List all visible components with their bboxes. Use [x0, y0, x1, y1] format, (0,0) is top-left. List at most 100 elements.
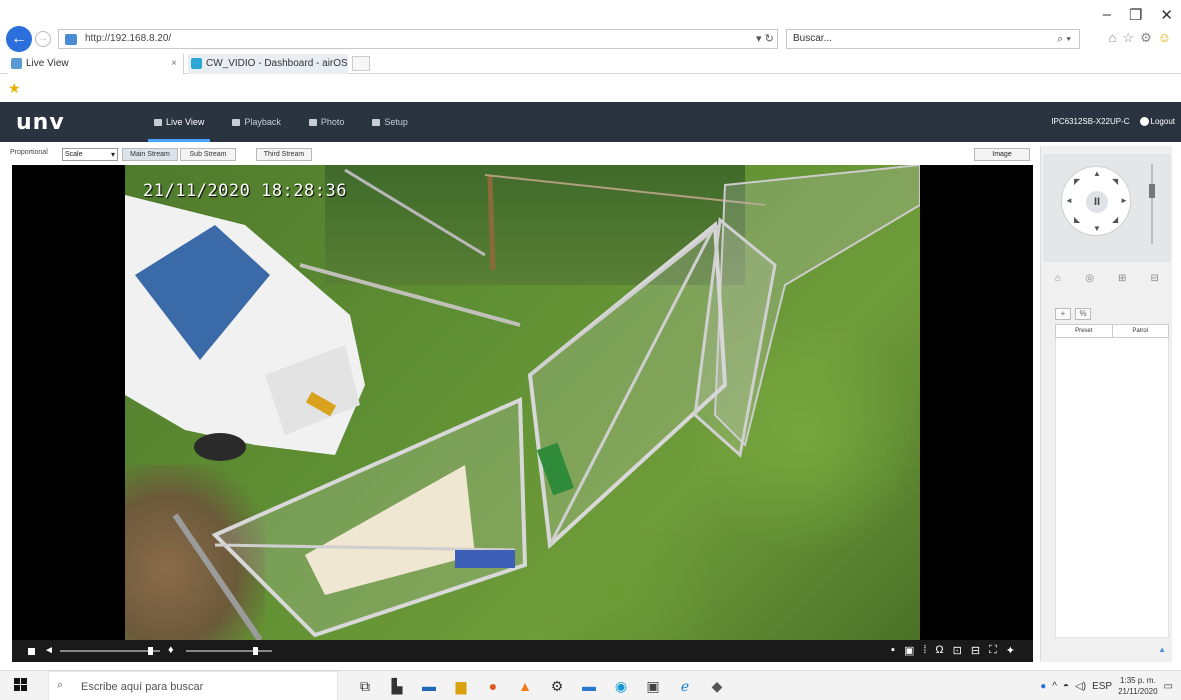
address-bar[interactable]: http://192.168.8.20/ — [58, 29, 778, 49]
proportion-label: Proportional — [10, 149, 48, 156]
main-stream-button[interactable]: Main Stream — [122, 148, 178, 161]
ptz-tab-percent[interactable]: % — [1075, 308, 1091, 320]
nav-photo[interactable]: Photo — [295, 102, 359, 142]
tab-live-view[interactable]: Live View × — [8, 54, 184, 74]
url-text: http://192.168.8.20/ — [85, 33, 172, 44]
header-right: IPC6312SB-X22UP-C Logout — [1051, 102, 1175, 142]
nav-setup[interactable]: Setup — [358, 102, 422, 142]
media-icon[interactable]: ▣ — [642, 675, 664, 697]
live-video-area[interactable]: 21/11/2020 18:28:36 — [12, 165, 1033, 640]
proportion-select[interactable]: Scale — [62, 148, 118, 161]
tab-airos-dashboard[interactable]: CW_VIDIO - Dashboard - airOS — [188, 54, 348, 74]
snapshot-icon[interactable]: ▪ — [891, 644, 895, 657]
ptz-up-left-icon[interactable]: ◤ — [1074, 177, 1080, 186]
firefox-icon[interactable]: ● — [482, 675, 504, 697]
record-icon[interactable]: ▣ — [904, 644, 914, 657]
ptz-focus-icon[interactable]: ◎ — [1085, 273, 1094, 284]
app-bird-icon[interactable]: ◆ — [706, 675, 728, 697]
tray-chevron-icon[interactable]: ^ — [1052, 681, 1057, 692]
favorites-icon[interactable]: ☆ — [1122, 30, 1134, 46]
task-view-icon[interactable]: ⧉ — [354, 675, 376, 697]
taskbar-search-input[interactable]: ⌕ Escribe aquí para buscar — [48, 671, 338, 700]
ptz-speed-slider[interactable] — [1149, 164, 1155, 244]
ptz-pin-icon[interactable]: ✦ — [1006, 644, 1015, 657]
internet-explorer-icon[interactable]: ℯ — [674, 675, 696, 697]
browser-search-input[interactable]: Buscar... ⌕ ▾ — [786, 29, 1080, 49]
taskbar-search-placeholder: Escribe aquí para buscar — [81, 681, 204, 693]
ptz-right-icon[interactable]: ► — [1120, 196, 1128, 205]
panel-collapse-icon[interactable]: ▲ — [1158, 645, 1166, 654]
tray-volume-icon[interactable]: ◁) — [1075, 681, 1086, 692]
notifications-icon[interactable]: ▭ — [1164, 681, 1173, 692]
talk-icon[interactable]: Ω — [935, 644, 943, 657]
mic-slider-knob[interactable] — [253, 647, 258, 655]
ptz-pause-button[interactable]: II — [1086, 191, 1108, 213]
store-bag-icon[interactable]: ▙ — [386, 675, 408, 697]
tray-network-icon[interactable]: ◓ — [1063, 681, 1069, 692]
volume-icon[interactable]: ◄ — [44, 645, 54, 656]
tray-lang[interactable]: ESP — [1092, 681, 1112, 692]
new-tab-button[interactable] — [352, 56, 370, 71]
nav-playback[interactable]: Playback — [218, 102, 295, 142]
settings-gear-icon[interactable]: ⚙ — [1140, 30, 1152, 46]
close-icon[interactable]: ✕ — [1160, 6, 1173, 24]
tab-patrol[interactable]: Patrol — [1111, 325, 1169, 337]
zoom-in-icon[interactable]: ⊡ — [953, 644, 962, 657]
chrome-icon[interactable]: ◉ — [610, 675, 632, 697]
ptz-zoom-out-icon[interactable]: ⊟ — [1151, 273, 1159, 284]
vlc-icon[interactable]: ▲ — [514, 675, 536, 697]
nav-label: Setup — [384, 117, 408, 127]
taskbar-apps: ⧉ ▙ ▬ ▆ ● ▲ ⚙ ▬ ◉ ▣ ℯ ◆ — [354, 675, 728, 697]
refresh-icon[interactable]: ▾ ↻ — [756, 29, 774, 49]
microphone-icon[interactable]: ♦ — [168, 644, 174, 656]
ptz-down-left-icon[interactable]: ◣ — [1074, 215, 1080, 224]
tab-preset[interactable]: Preset — [1056, 325, 1112, 337]
ptz-up-icon[interactable]: ▲ — [1093, 169, 1101, 178]
volume-slider-knob[interactable] — [148, 647, 153, 655]
tab-close-icon[interactable]: × — [171, 54, 177, 74]
forward-button[interactable]: → — [35, 31, 51, 47]
mail-icon[interactable]: ▬ — [418, 675, 440, 697]
favorites-star-icon[interactable]: ★ — [8, 80, 21, 97]
tab-favicon-icon — [11, 58, 22, 69]
ptz-control-block: ▲ ▼ ◄ ► ◤ ◥ ◣ ◢ II — [1043, 154, 1171, 262]
volume-slider[interactable] — [60, 647, 160, 655]
stream-label: Third Stream — [263, 151, 305, 158]
digital-zoom-icon[interactable]: ⁞ — [923, 644, 926, 657]
image-button[interactable]: Image — [974, 148, 1030, 161]
ptz-tab-add[interactable]: + — [1055, 308, 1071, 320]
settings-icon[interactable]: ⚙ — [546, 675, 568, 697]
tray-app-icon[interactable]: ● — [1040, 681, 1046, 692]
start-windows-icon[interactable] — [14, 678, 28, 692]
app-icon[interactable]: ▬ — [578, 675, 600, 697]
ptz-direction-dial[interactable]: ▲ ▼ ◄ ► ◤ ◥ ◣ ◢ II — [1061, 166, 1131, 236]
ptz-down-icon[interactable]: ▼ — [1093, 224, 1101, 233]
nav-live-view[interactable]: Live View — [140, 102, 218, 142]
logout-icon — [1139, 117, 1149, 127]
ptz-left-icon[interactable]: ◄ — [1065, 196, 1073, 205]
ptz-home-icon[interactable]: ⌂ — [1055, 273, 1061, 284]
file-explorer-icon[interactable]: ▆ — [450, 675, 472, 697]
ptz-speed-knob[interactable] — [1149, 184, 1155, 198]
logout-button[interactable]: Logout — [1139, 102, 1175, 142]
minimize-icon[interactable]: – — [1103, 6, 1111, 24]
image-button-label: Image — [992, 151, 1012, 158]
ptz-up-right-icon[interactable]: ◥ — [1112, 177, 1118, 186]
taskbar-clock[interactable]: 1:35 p. m. 21/11/2020 — [1118, 675, 1157, 697]
search-icon[interactable]: ⌕ ▾ — [1057, 30, 1071, 48]
home-icon[interactable]: ⌂ — [1109, 30, 1117, 46]
third-stream-button[interactable]: Third Stream — [256, 148, 312, 161]
zoom-out-icon[interactable]: ⊟ — [971, 644, 980, 657]
ptz-zoom-in-icon[interactable]: ⊞ — [1118, 273, 1126, 284]
feedback-smiley-icon[interactable]: ☺ — [1158, 30, 1171, 46]
fullscreen-icon[interactable]: ⛶ — [989, 644, 997, 657]
address-row: ← → http://192.168.8.20/ ▾ ↻ Buscar... ⌕… — [0, 26, 1181, 52]
ptz-down-right-icon[interactable]: ◢ — [1112, 215, 1118, 224]
mic-volume-slider[interactable] — [186, 647, 272, 655]
sub-stream-button[interactable]: Sub Stream — [180, 148, 236, 161]
back-button[interactable]: ← — [6, 26, 32, 52]
favorites-bar: ★ — [0, 76, 1181, 100]
stop-live-button[interactable] — [28, 648, 35, 655]
ptz-list — [1055, 338, 1169, 638]
restore-icon[interactable]: ❐ — [1129, 6, 1142, 24]
